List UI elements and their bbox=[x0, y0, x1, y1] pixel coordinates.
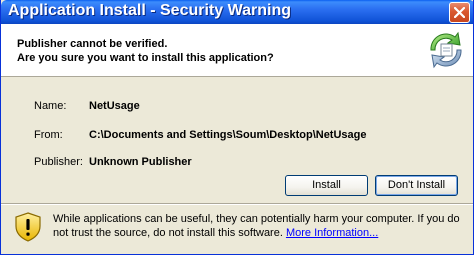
install-button[interactable]: Install bbox=[285, 175, 368, 196]
header-title: Publisher cannot be verified. bbox=[17, 38, 168, 50]
warning-shield-icon bbox=[15, 212, 41, 242]
publisher-label: Publisher: bbox=[34, 156, 83, 168]
close-button[interactable] bbox=[449, 2, 470, 23]
dialog-header: Publisher cannot be verified. Are you su… bbox=[1, 24, 473, 77]
install-arrows-icon bbox=[430, 31, 462, 69]
title-bar[interactable]: Application Install - Security Warning bbox=[1, 0, 473, 24]
window-title: Application Install - Security Warning bbox=[8, 2, 291, 19]
name-label: Name: bbox=[34, 100, 67, 112]
header-question: Are you sure you want to install this ap… bbox=[17, 52, 274, 64]
security-warning-dialog: Application Install - Security Warning P… bbox=[0, 0, 474, 255]
warning-message: While applications can be useful, they c… bbox=[53, 212, 468, 240]
name-value: NetUsage bbox=[89, 100, 140, 112]
from-label: From: bbox=[34, 129, 63, 141]
more-information-link[interactable]: More Information... bbox=[286, 227, 378, 239]
warning-text: While applications can be useful, they c… bbox=[53, 213, 460, 239]
divider bbox=[1, 203, 473, 205]
from-value: C:\Documents and Settings\Soum\Desktop\N… bbox=[89, 129, 367, 141]
dont-install-button[interactable]: Don't Install bbox=[375, 175, 458, 196]
close-icon bbox=[454, 7, 465, 18]
publisher-value: Unknown Publisher bbox=[89, 156, 192, 168]
